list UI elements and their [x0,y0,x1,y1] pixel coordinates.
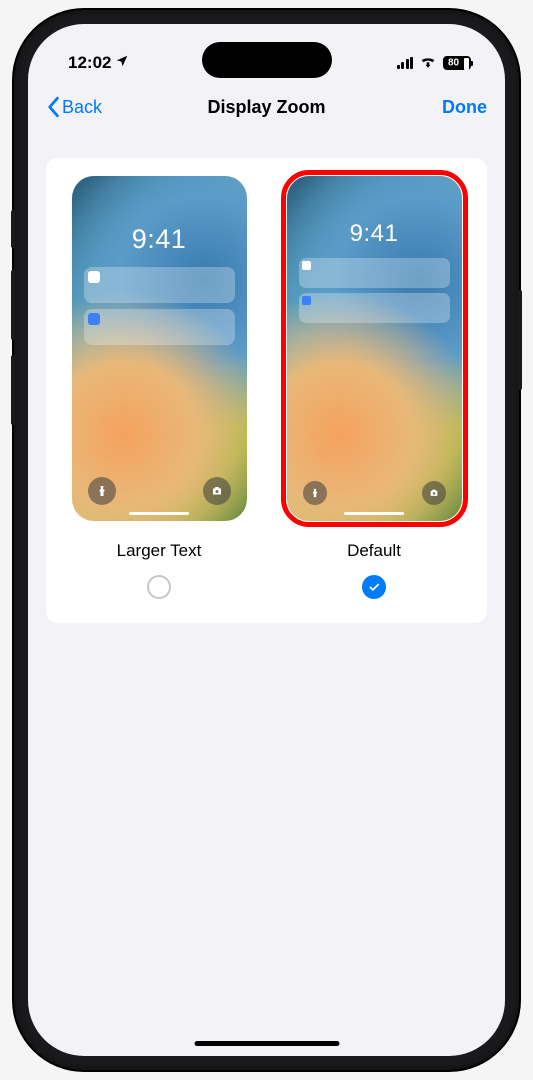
status-time: 12:02 [68,53,111,73]
battery-percent: 80 [448,58,459,69]
preview-widget [299,293,450,323]
option-default[interactable]: 9:41 [281,170,468,599]
phone-frame: 12:02 80 [14,10,519,1070]
option-label-default: Default [347,541,401,561]
radio-default[interactable] [362,575,386,599]
preview-home-indicator [344,512,404,515]
options-card: 9:41 [46,158,487,623]
preview-time: 9:41 [287,220,462,248]
preview-time: 9:41 [72,224,247,255]
home-indicator[interactable] [194,1041,339,1046]
radio-larger-text[interactable] [147,575,171,599]
preview-larger-text: 9:41 [72,176,247,521]
back-label: Back [62,97,102,118]
page-title: Display Zoom [207,97,325,118]
done-button[interactable]: Done [442,97,487,118]
screen: 12:02 80 [28,24,505,1056]
volume-down-button [11,355,15,425]
highlight-annotation: 9:41 [281,170,468,527]
preview-widget [84,309,235,345]
mute-switch [11,210,15,248]
location-icon [115,53,129,73]
dynamic-island [202,42,332,78]
preview-home-indicator [129,512,189,515]
option-larger-text[interactable]: 9:41 [66,170,253,599]
chevron-left-icon [46,96,60,118]
cellular-icon [397,57,414,69]
volume-up-button [11,270,15,340]
camera-icon [203,477,231,505]
checkmark-icon [367,580,381,594]
battery-icon: 80 [443,56,473,70]
wifi-icon [419,54,437,73]
flashlight-icon [303,481,327,505]
camera-icon [422,481,446,505]
option-label-larger: Larger Text [117,541,202,561]
preview-default: 9:41 [287,176,462,521]
preview-widget [299,258,450,288]
nav-bar: Back Display Zoom Done [28,80,505,134]
back-button[interactable]: Back [46,96,102,118]
preview-widget [84,267,235,303]
flashlight-icon [88,477,116,505]
power-button [518,290,522,390]
